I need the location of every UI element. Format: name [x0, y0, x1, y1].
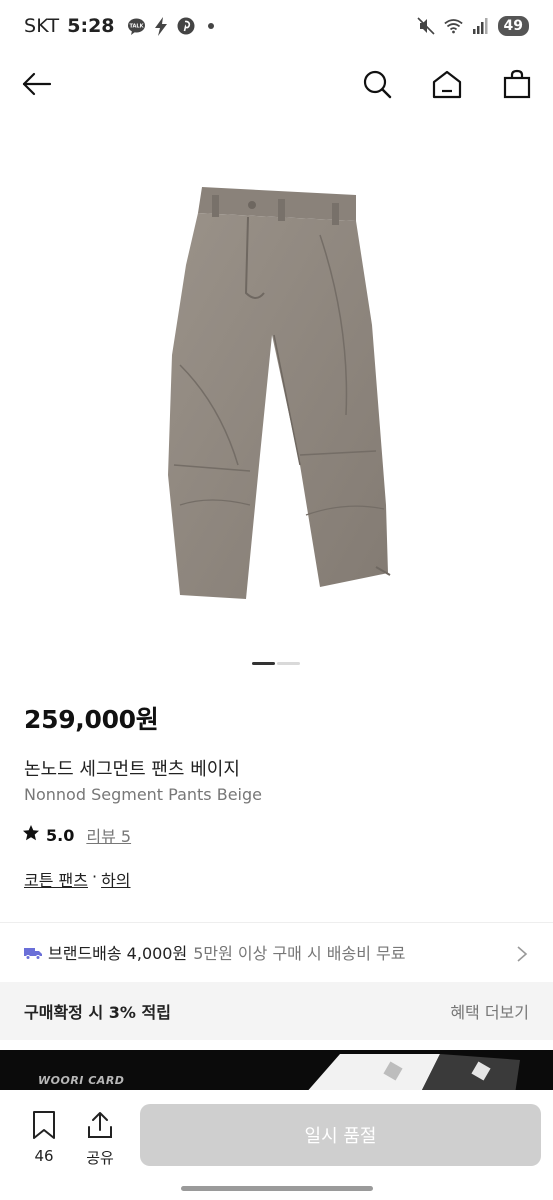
- pager-dot-active: [252, 662, 275, 665]
- talk-badge-text: TALK: [129, 23, 144, 29]
- benefit-row: 구매확정 시 3% 적립 혜택 더보기: [0, 982, 553, 1040]
- battery-indicator: 49: [497, 16, 529, 36]
- product-price: 259,000원: [24, 705, 159, 734]
- home-icon[interactable]: [431, 68, 463, 100]
- buy-button[interactable]: 일시 품절: [140, 1104, 541, 1166]
- pinterest-icon: [177, 17, 196, 36]
- pants-illustration: [168, 187, 391, 599]
- share-label: 공유: [86, 1149, 114, 1167]
- delivery-description: 5만원 이상 구매 시 배송비 무료: [193, 944, 406, 963]
- status-bar: SKT 5:28 TALK 49: [0, 0, 553, 52]
- card-promo-banner[interactable]: WOORI CARD: [0, 1050, 553, 1094]
- back-arrow-icon[interactable]: [20, 68, 52, 100]
- bookmark-icon: [30, 1110, 58, 1144]
- signal-icon: [471, 17, 490, 36]
- top-nav: [0, 56, 553, 112]
- product-image[interactable]: [150, 175, 400, 615]
- image-pager: [252, 662, 300, 665]
- product-name-ko: 논노드 세그먼트 팬츠 베이지: [24, 759, 240, 780]
- wifi-icon: [443, 17, 463, 36]
- kakaotalk-icon: TALK: [127, 17, 146, 36]
- category-separator: ·: [91, 867, 98, 886]
- bookmark-button[interactable]: 46: [30, 1110, 58, 1165]
- share-button[interactable]: 공유: [86, 1110, 114, 1168]
- home-indicator[interactable]: [181, 1186, 373, 1191]
- delivery-label: 브랜드배송 4,000원: [48, 944, 188, 963]
- chevron-right-icon: [515, 945, 529, 962]
- share-icon: [86, 1110, 114, 1144]
- bottom-action-bar: 46 공유 일시 품절: [0, 1090, 553, 1200]
- rating-score: 5.0: [46, 825, 75, 845]
- bolt-icon: [152, 16, 171, 36]
- rating-row: 5.0 리뷰 5: [22, 823, 131, 847]
- review-link[interactable]: 리뷰 5: [86, 823, 131, 847]
- star-icon: [22, 824, 40, 846]
- notification-icons: TALK: [127, 16, 221, 36]
- delivery-row[interactable]: 브랜드배송 4,000원 5만원 이상 구매 시 배송비 무료: [0, 923, 553, 981]
- category-breadcrumb: 코튼 팬츠 · 하의: [24, 867, 131, 891]
- benefit-label: 구매확정 시 3% 적립: [24, 1003, 171, 1022]
- category-link-secondary[interactable]: 하의: [101, 867, 130, 891]
- benefit-more-link[interactable]: 혜택 더보기: [450, 999, 529, 1023]
- mute-icon: [417, 17, 436, 36]
- bookmark-count: 46: [34, 1147, 54, 1165]
- status-right: 49: [417, 16, 529, 36]
- search-icon[interactable]: [361, 68, 393, 100]
- pager-dot: [277, 662, 300, 665]
- truck-icon: [24, 945, 42, 960]
- carrier-label: SKT: [24, 15, 60, 37]
- time-label: 5:28: [67, 15, 115, 37]
- product-name-en: Nonnod Segment Pants Beige: [24, 785, 262, 804]
- dot-icon: [202, 17, 221, 36]
- card-graphic: [305, 1054, 520, 1094]
- category-link-primary[interactable]: 코튼 팬츠: [24, 867, 88, 891]
- shopping-bag-icon[interactable]: [501, 68, 533, 100]
- status-left: SKT 5:28 TALK: [24, 15, 221, 37]
- nav-actions: [361, 68, 533, 100]
